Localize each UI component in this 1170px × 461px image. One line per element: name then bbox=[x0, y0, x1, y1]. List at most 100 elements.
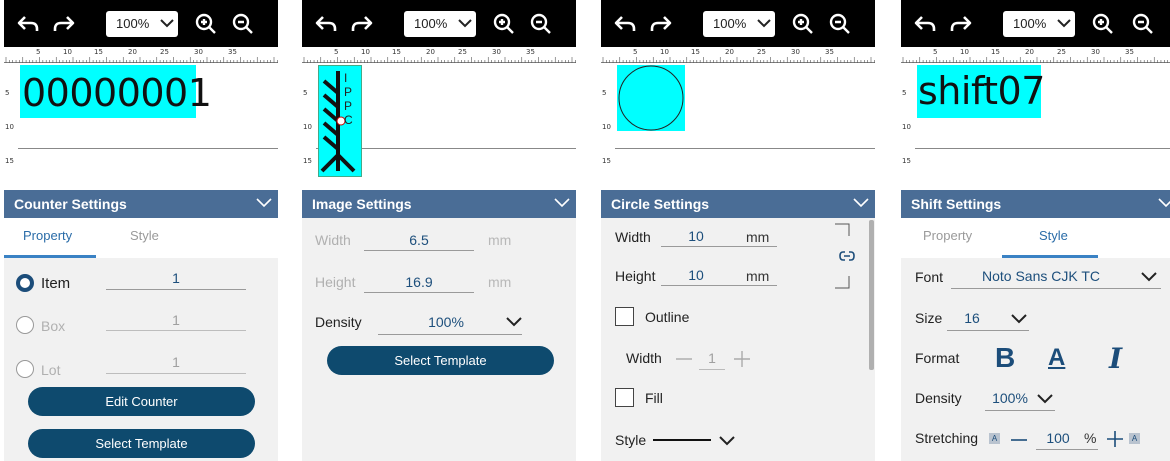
edit-counter-button[interactable]: Edit Counter bbox=[28, 387, 255, 416]
horizontal-ruler: 5 10 15 20 25 30 35 bbox=[4, 47, 278, 63]
circle-settings-panel: 100% 5 10 15 20 25 30 35 5 10 15 Circle … bbox=[601, 0, 875, 461]
toolbar: 100% bbox=[4, 0, 278, 47]
lot-radio[interactable] bbox=[16, 360, 34, 378]
zoom-select[interactable]: 100% bbox=[1003, 11, 1075, 37]
label-canvas[interactable]: shift07 bbox=[915, 63, 1170, 186]
redo-icon[interactable] bbox=[949, 12, 973, 36]
label-canvas[interactable] bbox=[615, 63, 875, 186]
settings-header[interactable]: Image Settings bbox=[302, 190, 576, 218]
undo-icon[interactable] bbox=[16, 12, 40, 36]
redo-icon[interactable] bbox=[350, 12, 374, 36]
ruler-label: 35 bbox=[228, 48, 237, 56]
ruler-label: 5 bbox=[334, 48, 339, 56]
zoom-out-icon[interactable] bbox=[1131, 12, 1155, 36]
outline-checkbox[interactable] bbox=[615, 307, 634, 326]
height-unit: mm bbox=[488, 274, 512, 290]
stretching-value[interactable]: 100 bbox=[1036, 430, 1080, 446]
zoom-out-icon[interactable] bbox=[828, 12, 852, 36]
box-radio[interactable] bbox=[16, 316, 34, 334]
density-underline bbox=[378, 334, 522, 335]
underline-button[interactable]: A bbox=[1048, 344, 1065, 372]
density-value: 100% bbox=[992, 390, 1028, 406]
bold-button[interactable]: B bbox=[995, 342, 1015, 374]
chevron-down-icon bbox=[160, 19, 174, 28]
fill-label: Fill bbox=[645, 390, 663, 406]
settings-body: Item 1 Box 1 Lot 1 Edit Counter Select T… bbox=[4, 258, 278, 461]
height-value[interactable]: 16.9 bbox=[364, 274, 474, 290]
settings-header[interactable]: Counter Settings bbox=[4, 190, 278, 218]
zoom-in-icon[interactable] bbox=[194, 12, 218, 36]
link-icon[interactable] bbox=[839, 249, 855, 263]
italic-button[interactable]: I bbox=[1109, 342, 1122, 375]
redo-icon[interactable] bbox=[52, 12, 76, 36]
label-edge-line bbox=[915, 148, 1170, 149]
zoom-in-icon[interactable] bbox=[492, 12, 516, 36]
label-canvas[interactable]: 00000001 bbox=[18, 63, 278, 186]
density-underline bbox=[985, 410, 1055, 411]
undo-icon[interactable] bbox=[913, 12, 937, 36]
ruler-label: 10 bbox=[902, 123, 911, 131]
chevron-down-icon bbox=[554, 198, 570, 208]
tab-style[interactable]: Style bbox=[1039, 228, 1068, 243]
chevron-down-icon bbox=[719, 436, 735, 446]
zoom-out-icon[interactable] bbox=[529, 12, 553, 36]
ruler-label: 15 bbox=[691, 48, 700, 56]
tab-property[interactable]: Property bbox=[923, 228, 972, 243]
settings-header[interactable]: Shift Settings bbox=[901, 190, 1170, 218]
vertical-ruler: 5 10 15 bbox=[302, 63, 316, 186]
plus-icon[interactable] bbox=[1107, 431, 1123, 447]
ruler-label: 20 bbox=[725, 48, 734, 56]
ruler-label: 15 bbox=[991, 48, 1000, 56]
font-select[interactable]: Noto Sans CJK TC bbox=[951, 264, 1161, 289]
fill-checkbox[interactable] bbox=[615, 388, 634, 407]
item-value[interactable]: 1 bbox=[106, 270, 246, 286]
settings-title: Shift Settings bbox=[911, 196, 1002, 212]
label-canvas[interactable]: I P P C bbox=[316, 63, 576, 186]
ruler-label: 15 bbox=[94, 48, 103, 56]
width-value[interactable]: 10 bbox=[661, 228, 731, 244]
zoom-select[interactable]: 100% bbox=[404, 11, 476, 37]
tab-property[interactable]: Property bbox=[23, 228, 72, 243]
height-value[interactable]: 10 bbox=[661, 267, 731, 283]
line-style-select[interactable] bbox=[653, 432, 735, 452]
tab-bar: Property Style bbox=[901, 218, 1170, 258]
item-label: Item bbox=[41, 275, 71, 292]
ruler-label: 15 bbox=[392, 48, 401, 56]
ruler-label: 15 bbox=[5, 157, 14, 165]
ruler-label: 5 bbox=[633, 48, 638, 56]
plus-icon[interactable] bbox=[734, 351, 750, 367]
item-radio[interactable] bbox=[16, 274, 34, 292]
density-select[interactable]: 100% bbox=[985, 386, 1055, 411]
circle-shape bbox=[618, 65, 684, 131]
tab-style[interactable]: Style bbox=[130, 228, 159, 243]
toolbar: 100% bbox=[302, 0, 576, 47]
density-value: 100% bbox=[428, 314, 464, 330]
undo-icon[interactable] bbox=[314, 12, 338, 36]
shift-settings-panel: 100% 5 10 15 20 25 30 35 5 10 15 shift07… bbox=[901, 0, 1170, 461]
scrollbar[interactable] bbox=[869, 220, 874, 370]
select-template-button[interactable]: Select Template bbox=[28, 429, 255, 458]
undo-icon[interactable] bbox=[613, 12, 637, 36]
settings-body: Width 6.5 mm Height 16.9 mm Density 100%… bbox=[302, 218, 576, 461]
settings-body: Width 10 mm Height 10 mm Outline Width 1… bbox=[601, 218, 875, 461]
zoom-select[interactable]: 100% bbox=[106, 11, 178, 37]
zoom-out-icon[interactable] bbox=[231, 12, 255, 36]
redo-icon[interactable] bbox=[649, 12, 673, 36]
outline-width-value[interactable]: 1 bbox=[699, 350, 725, 366]
stretching-underline bbox=[1036, 449, 1098, 450]
density-select[interactable]: 100% bbox=[378, 308, 522, 335]
box-value[interactable]: 1 bbox=[106, 312, 246, 328]
chevron-down-icon bbox=[757, 19, 771, 28]
zoom-select[interactable]: 100% bbox=[703, 11, 775, 37]
minus-icon[interactable] bbox=[676, 357, 692, 361]
minus-icon[interactable] bbox=[1011, 438, 1027, 442]
width-value[interactable]: 6.5 bbox=[364, 232, 474, 248]
zoom-in-icon[interactable] bbox=[1091, 12, 1115, 36]
ruler-label: 10 bbox=[602, 123, 611, 131]
settings-header[interactable]: Circle Settings bbox=[601, 190, 875, 218]
select-template-button[interactable]: Select Template bbox=[327, 346, 554, 375]
zoom-in-icon[interactable] bbox=[791, 12, 815, 36]
size-select[interactable]: 16 bbox=[947, 305, 1029, 331]
logo-letter: P bbox=[344, 99, 353, 113]
lot-value[interactable]: 1 bbox=[106, 354, 246, 370]
